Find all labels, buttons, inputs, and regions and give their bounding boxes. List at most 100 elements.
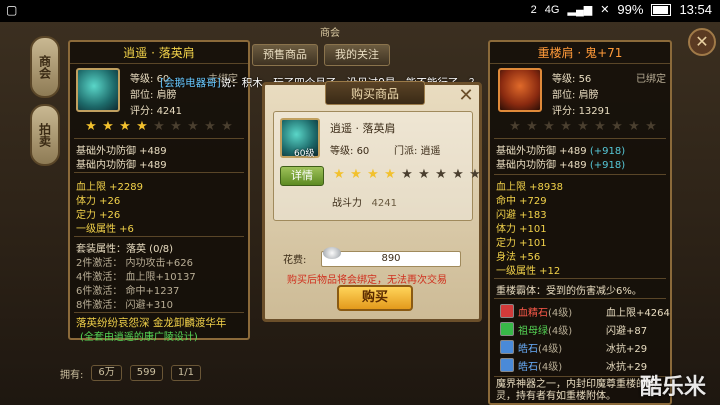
tab-following[interactable]: 我的关注 — [324, 44, 390, 66]
star-icon: ★ — [367, 167, 379, 182]
right-bind: 已绑定 — [636, 74, 666, 85]
right-heavy: 重楼霸体：受到的伤害减少6%。 — [496, 286, 642, 297]
star-icon: ★ — [384, 167, 396, 182]
star-icon: ★ — [102, 119, 114, 134]
mute-icon: ✕ — [600, 4, 610, 16]
star-icon: ★ — [560, 119, 572, 134]
right-attr-1: 血上限 +8938 — [496, 182, 564, 193]
side-tabs: 商会 拍卖 — [30, 36, 60, 172]
side-tab-shop[interactable]: 商会 — [30, 36, 60, 98]
dialog-item-box: 60级 逍遥 · 落英肩 等级: 60 门派: 逍遥 详情 ★ ★ ★ ★ ★ ★ ★ ★ ★ … — [273, 111, 481, 221]
market-bottom-bar: 拥有: 6万 599 1/1 — [60, 363, 490, 383]
star-icon: ★ — [221, 119, 233, 134]
gem-1-stat: 血上限+4264 — [606, 308, 670, 319]
left-score: 4241 — [156, 106, 183, 117]
dialog-level-label: 等级: — [330, 146, 354, 157]
gem-4-lv: (4级) — [538, 362, 563, 373]
right-attr-3: 闪避 +183 — [496, 210, 547, 221]
part-label: 部位: — [130, 90, 154, 101]
star-icon: ★ — [577, 119, 589, 134]
star-icon: ★ — [350, 167, 362, 182]
battery-icon — [651, 3, 672, 16]
gem-3-lv: (4级) — [538, 344, 563, 355]
market-title: 商会 — [320, 28, 340, 39]
gem-1-name: 血精石 — [518, 308, 548, 319]
page-indicator: 1/1 — [170, 365, 201, 381]
left-attr-4: 一级属性 +6 — [76, 224, 134, 235]
watermark-logo: 酷乐米 — [639, 375, 706, 400]
gem-2-lv: (4级) — [548, 326, 573, 337]
left-set-4: 8件激活： 闪避+310 — [76, 300, 174, 311]
clock: 13:54 — [679, 2, 712, 17]
right-base-2-bonus: (+918) — [589, 160, 626, 171]
left-flavor-note: (全套由逍遥的康广陵设计) — [80, 332, 198, 343]
gem-green-icon — [500, 322, 514, 336]
dialog-close-button[interactable]: ✕ — [457, 87, 475, 105]
right-attr-6: 身法 +56 — [496, 252, 541, 263]
level-label: 等级: — [130, 74, 154, 85]
buy-dialog: 购买商品 ✕ 60级 逍遥 · 落英肩 等级: 60 门派: 逍遥 详情 ★ ★ ★… — [262, 81, 482, 322]
right-level: 56 — [578, 74, 592, 85]
right-item-enhance: +71 — [597, 46, 623, 60]
dialog-item-name: 逍遥 · 落英肩 — [330, 122, 396, 135]
tab-presale[interactable]: 预售商品 — [252, 44, 318, 66]
cost-label: 花费: — [283, 255, 307, 266]
star-icon: ★ — [611, 119, 623, 134]
right-attr-4: 体力 +101 — [496, 224, 547, 235]
right-attr-7: 一级属性 +12 — [496, 266, 561, 277]
star-icon: ★ — [119, 119, 131, 134]
dialog-title: 购买商品 — [325, 81, 425, 105]
left-attr-2: 体力 +26 — [76, 196, 121, 207]
gem-3-name: 皓石 — [518, 344, 538, 355]
detail-button[interactable]: 详情 — [280, 166, 324, 186]
r-part-label: 部位: — [552, 90, 576, 101]
gem-2-name: 祖母绿 — [518, 326, 548, 337]
left-stars: ★ ★ ★ ★ ★ ★ ★ ★ ★ — [84, 120, 234, 134]
right-attr-2: 命中 +729 — [496, 196, 547, 207]
left-item-icon — [76, 68, 120, 112]
dialog-power: 4241 — [371, 198, 397, 209]
side-tab-auction[interactable]: 拍卖 — [30, 104, 60, 166]
silver-coin-icon — [323, 247, 341, 259]
star-icon: ★ — [628, 119, 640, 134]
dialog-level-badge: 60级 — [294, 149, 315, 159]
star-icon: ★ — [136, 119, 148, 134]
silver-amount: 6万 — [91, 365, 122, 381]
bind-warning: 购买后物品将会绑定，无法再次交易 — [287, 275, 447, 286]
right-attr-5: 定力 +101 — [496, 238, 547, 249]
left-attr-3: 定力 +26 — [76, 210, 121, 221]
star-icon: ★ — [170, 119, 182, 134]
r-score-label: 评分: — [552, 106, 576, 117]
dialog-level: 60 — [356, 146, 370, 157]
cost-value: 890 — [321, 251, 461, 267]
battery-percent: 99% — [617, 2, 644, 17]
app-notification-icon: ▢ — [6, 3, 18, 17]
left-set-2: 4件激活： 血上限+10137 — [76, 272, 196, 283]
power-label: 战斗力 — [332, 198, 362, 209]
gem-blue-icon-2 — [500, 358, 514, 372]
right-part: 肩膀 — [578, 90, 599, 101]
left-set-3: 6件激活： 命中+1237 — [76, 286, 180, 297]
star-icon: ★ — [153, 119, 165, 134]
right-base-2: 基础内功防御 +489 — [496, 160, 587, 171]
chat-speaker[interactable]: [会鹅电器哥] — [160, 77, 221, 89]
right-score: 13291 — [578, 106, 611, 117]
r-level-label: 等级: — [552, 74, 576, 85]
star-icon: ★ — [469, 167, 481, 182]
star-icon: ★ — [187, 119, 199, 134]
star-icon: ★ — [401, 167, 413, 182]
right-stars: ★ ★ ★ ★ ★ ★ ★ ★ ★ — [508, 120, 658, 134]
left-set-title: 套装属性：落英 (0/8) — [76, 244, 174, 255]
gem-1-lv: (4级) — [548, 308, 573, 319]
left-base-1: 基础外功防御 +489 — [76, 146, 167, 157]
star-icon: ★ — [452, 167, 464, 182]
star-icon: ★ — [418, 167, 430, 182]
right-item-tooltip: 重楼肩 · 鬼+71 等级: 56 已绑定 部位: 肩膀 评分: 13291 ★… — [488, 40, 672, 405]
right-item-name: 重楼肩 · 鬼 — [537, 46, 598, 60]
left-item-name: 逍遥 · 落英肩 — [70, 42, 248, 64]
dialog-school: 逍遥 — [420, 146, 441, 157]
buy-button[interactable]: 购买 — [337, 285, 413, 311]
close-market-button[interactable]: ✕ — [688, 28, 716, 56]
gem-4-name: 皓石 — [518, 362, 538, 373]
star-icon: ★ — [333, 167, 345, 182]
